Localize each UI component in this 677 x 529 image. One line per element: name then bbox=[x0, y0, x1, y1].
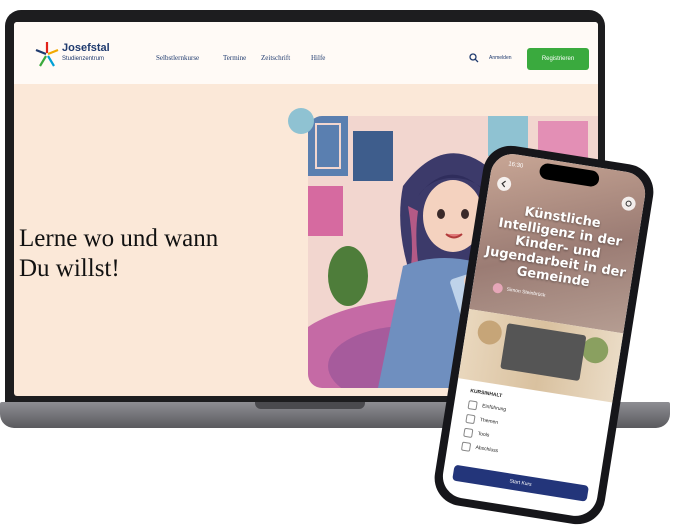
decorative-dot bbox=[288, 108, 314, 134]
curriculum-item-label: Themen bbox=[479, 417, 499, 426]
login-link[interactable]: Anmelden bbox=[489, 55, 512, 61]
start-course-button[interactable]: Start Kurs bbox=[452, 464, 589, 502]
share-icon bbox=[625, 200, 632, 207]
nav-link-selbstlernkurse[interactable]: Selbstlernkurse bbox=[156, 54, 199, 62]
back-button[interactable] bbox=[496, 175, 513, 192]
logo-mark-icon bbox=[35, 42, 59, 67]
checkbox-icon bbox=[463, 427, 474, 438]
nav-link-hilfe[interactable]: Hilfe bbox=[311, 54, 325, 62]
laptop-notch bbox=[255, 402, 365, 409]
curriculum-item-label: Einführung bbox=[481, 403, 507, 413]
curriculum-heading: KURSINHALT bbox=[469, 388, 503, 400]
logo-subtitle: Studienzentrum bbox=[62, 56, 105, 62]
share-button[interactable] bbox=[620, 195, 637, 212]
checkbox-icon bbox=[460, 441, 472, 452]
search-icon[interactable] bbox=[469, 53, 479, 63]
logo[interactable]: Josefstal Studienzentrum bbox=[34, 40, 144, 70]
curriculum-item-label: Tools bbox=[477, 430, 490, 439]
nav-link-zeitschrift[interactable]: Zeitschrift bbox=[261, 54, 290, 62]
chevron-left-icon bbox=[501, 180, 506, 188]
avatar bbox=[492, 282, 504, 294]
register-button[interactable]: Registrieren bbox=[527, 48, 589, 70]
curriculum-item[interactable]: Abschluss bbox=[460, 440, 499, 458]
curriculum-item-label: Abschluss bbox=[475, 444, 499, 455]
plant-basket-shape bbox=[475, 318, 504, 347]
site-header: Josefstal Studienzentrum Selbstlernkurse… bbox=[14, 22, 598, 84]
hero-title: Lerne wo und wann Du willst! bbox=[19, 225, 219, 282]
curriculum-item[interactable]: Tools bbox=[463, 426, 490, 442]
logo-title: Josefstal bbox=[62, 42, 110, 54]
checkbox-icon bbox=[467, 399, 478, 410]
checkbox-icon bbox=[465, 413, 476, 424]
nav-link-termine[interactable]: Termine bbox=[223, 54, 246, 62]
